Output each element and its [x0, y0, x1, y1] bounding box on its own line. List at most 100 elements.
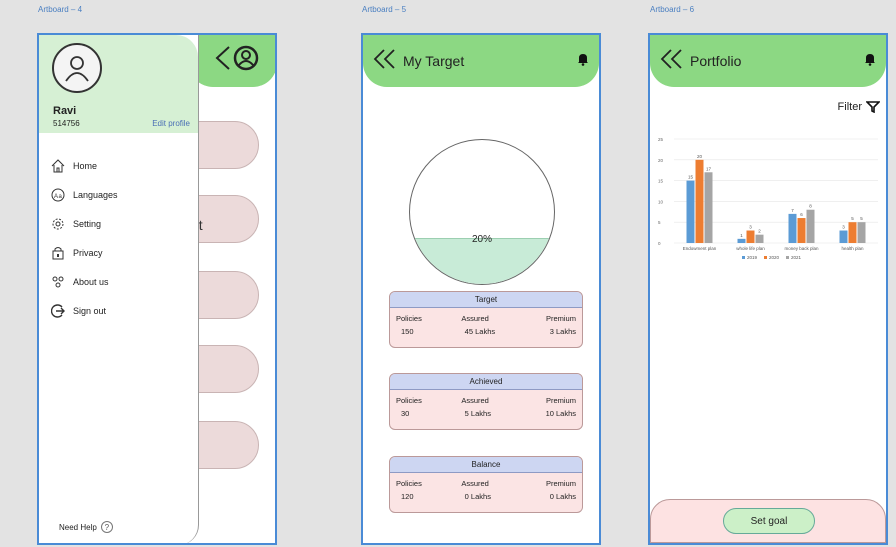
progress-label: 20%	[471, 234, 492, 245]
filter-button[interactable]: Filter	[838, 101, 880, 113]
back-icon[interactable]	[209, 45, 231, 76]
col-label: Assured	[461, 479, 489, 488]
x-tick-label: health plan	[841, 246, 864, 251]
bar-value-label: 15	[688, 175, 694, 180]
navigation-drawer: Ravi 514756 Edit profile Home Aa Languag…	[39, 35, 199, 543]
artboard-4-label: Artboard – 4	[38, 5, 83, 14]
y-tick-label: 20	[658, 158, 664, 163]
bar	[746, 230, 755, 243]
help-icon: ?	[100, 521, 113, 533]
set-goal-button[interactable]: Set goal	[723, 508, 815, 534]
col-label: Premium	[545, 314, 576, 323]
filter-icon	[866, 101, 880, 113]
bar	[857, 222, 866, 243]
bottom-action-bar: Set goal	[650, 499, 886, 543]
menu-item-setting[interactable]: Setting	[51, 209, 118, 238]
menu-item-sign-out[interactable]: Sign out	[51, 296, 118, 325]
achieved-card: Achieved Policies Assured Premium 30 5 L…	[389, 373, 583, 430]
card-heading: Target	[390, 292, 582, 308]
col-label: Policies	[396, 479, 422, 488]
col-value: 5 Lakhs	[464, 409, 491, 418]
bar-value-label: 5	[860, 216, 863, 221]
menu-item-label: Setting	[73, 218, 102, 229]
menu-item-label: About us	[73, 276, 109, 287]
profile-icon[interactable]	[233, 45, 259, 76]
bar-value-label: 20	[697, 154, 703, 159]
menu-item-privacy[interactable]: Privacy	[51, 238, 118, 267]
col-value: 150	[401, 327, 414, 336]
menu-item-label: Home	[73, 160, 98, 171]
artboard-4: nt Ravi 514756 Edit profile Home Aa Lang…	[37, 33, 277, 545]
col-label: Assured	[461, 314, 489, 323]
col-value: 10 Lakhs	[545, 409, 577, 418]
col-label: Policies	[396, 314, 422, 323]
gear-icon	[52, 218, 64, 229]
bar	[806, 209, 815, 243]
privacy-icon	[52, 246, 64, 259]
bell-icon[interactable]	[577, 52, 589, 71]
menu-pill[interactable]	[189, 421, 259, 469]
artboard-5: My Target 20% Target Policies Assured Pr…	[361, 33, 601, 545]
portfolio-bar-chart: 0 5 10 15 20 25 15 20 17 Endowment plan 1 3 2 whole l…	[658, 137, 878, 260]
bar-value-label: 1	[740, 233, 743, 238]
bar	[848, 222, 857, 243]
edit-profile-link[interactable]: Edit profile	[152, 119, 190, 128]
page-title: My Target	[403, 53, 465, 69]
bar	[704, 172, 713, 243]
bar	[737, 238, 746, 243]
menu-item-about-us[interactable]: About us	[51, 267, 118, 296]
bar-value-label: 8	[809, 204, 812, 209]
col-label: Assured	[461, 396, 489, 405]
menu-pill[interactable]	[189, 271, 259, 319]
col-label: Premium	[545, 479, 576, 488]
need-help-link[interactable]: Need Help ?	[59, 521, 113, 533]
sign-out-icon	[51, 303, 65, 318]
bar-value-label: 17	[706, 166, 712, 171]
bell-icon[interactable]	[864, 52, 876, 71]
menu-item-languages[interactable]: Aa Languages	[51, 180, 118, 209]
artboard-6: Portfolio Filter 0 5 10 15 20 25 15 20 17 Endowme…	[648, 33, 888, 545]
menu-pill[interactable]	[189, 121, 259, 169]
avatar[interactable]	[52, 43, 102, 93]
bar-value-label: 6	[800, 212, 803, 217]
bar-value-label: 5	[851, 216, 854, 221]
legend-label: 2019	[747, 255, 758, 260]
page-title: Portfolio	[690, 53, 742, 69]
legend-label: 2020	[769, 255, 780, 260]
menu-item-label: Privacy	[73, 247, 103, 258]
col-value: 0 Lakhs	[549, 492, 577, 501]
y-tick-label: 25	[658, 137, 664, 142]
card-heading: Balance	[390, 457, 582, 473]
menu-item-label: Languages	[73, 189, 118, 200]
legend-swatch	[764, 256, 767, 259]
target-progress-gauge: 20%	[409, 139, 555, 285]
col-value: 45 Lakhs	[464, 327, 496, 336]
back-icon[interactable]	[373, 48, 397, 75]
menu-item-home[interactable]: Home	[51, 151, 118, 180]
card-heading: Achieved	[390, 374, 582, 390]
y-tick-label: 15	[658, 179, 664, 184]
bar	[839, 230, 848, 243]
col-label: Premium	[545, 396, 576, 405]
menu-pill[interactable]	[189, 345, 259, 393]
col-value: 120	[401, 492, 414, 501]
target-card: Target Policies Assured Premium 150 45 L…	[389, 291, 583, 348]
bar	[686, 180, 695, 243]
bar	[788, 213, 797, 243]
y-tick-label: 10	[658, 199, 664, 204]
y-tick-label: 0	[658, 241, 661, 246]
app-header: Portfolio	[650, 35, 886, 87]
col-label: Policies	[396, 396, 422, 405]
col-value: 0 Lakhs	[464, 492, 491, 501]
bar-value-label: 3	[749, 225, 752, 230]
drawer-profile-section: Ravi 514756 Edit profile	[39, 35, 198, 133]
filter-label: Filter	[837, 101, 862, 113]
bar	[755, 234, 764, 243]
about-icon	[52, 276, 64, 287]
back-icon[interactable]	[660, 48, 684, 75]
legend-swatch	[742, 256, 745, 259]
bar	[695, 159, 704, 243]
user-id: 514756	[53, 119, 80, 128]
artboard-6-label: Artboard – 6	[650, 5, 695, 14]
x-tick-label: whole life plan	[736, 246, 765, 251]
